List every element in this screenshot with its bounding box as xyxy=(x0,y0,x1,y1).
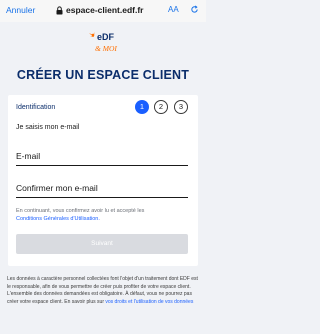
edf-logo: eDF & MOI xyxy=(89,32,117,53)
data-rights-link[interactable]: vos droits et l'utilisation de vos donné… xyxy=(105,299,193,305)
signup-card: Identification 1 2 3 Je saisis mon e-mai… xyxy=(8,95,198,266)
cancel-button[interactable]: Annuler xyxy=(6,5,35,15)
legal-notice: Les données à caractère personnel collec… xyxy=(7,276,201,306)
email-placeholder: E-mail xyxy=(16,151,41,161)
url-bar[interactable]: espace-client.edf.fr xyxy=(56,5,143,15)
lock-icon xyxy=(56,5,63,14)
step-2-indicator: 2 xyxy=(154,100,168,114)
next-button[interactable]: Suivant xyxy=(16,234,188,254)
logo-brand: eDF xyxy=(97,32,115,42)
confirm-email-field[interactable]: Confirmer mon e-mail xyxy=(16,177,188,198)
logo-tagline: & MOI xyxy=(95,44,117,53)
browser-bar: Annuler espace-client.edf.fr AA xyxy=(0,0,206,23)
email-field[interactable]: E-mail xyxy=(16,145,188,166)
confirm-email-placeholder: Confirmer mon e-mail xyxy=(16,183,98,193)
step-1-indicator: 1 xyxy=(135,100,149,114)
reload-icon[interactable] xyxy=(190,5,199,14)
terms-link[interactable]: Conditions Générales d'Utilisation. xyxy=(16,216,100,222)
page-title: CRÉER UN ESPACE CLIENT xyxy=(16,68,190,82)
consent-sentence: En continuant, vous confirmez avoir lu e… xyxy=(16,208,145,214)
form-subheading: Je saisis mon e-mail xyxy=(16,124,80,131)
page-header: eDF & MOI CRÉER UN ESPACE CLIENT xyxy=(0,22,206,94)
step-label: Identification xyxy=(16,104,56,111)
step-3-indicator: 3 xyxy=(174,100,188,114)
url-text: espace-client.edf.fr xyxy=(66,5,144,15)
consent-text: En continuant, vous confirmez avoir lu e… xyxy=(16,207,190,223)
text-size-button[interactable]: AA xyxy=(168,5,179,14)
